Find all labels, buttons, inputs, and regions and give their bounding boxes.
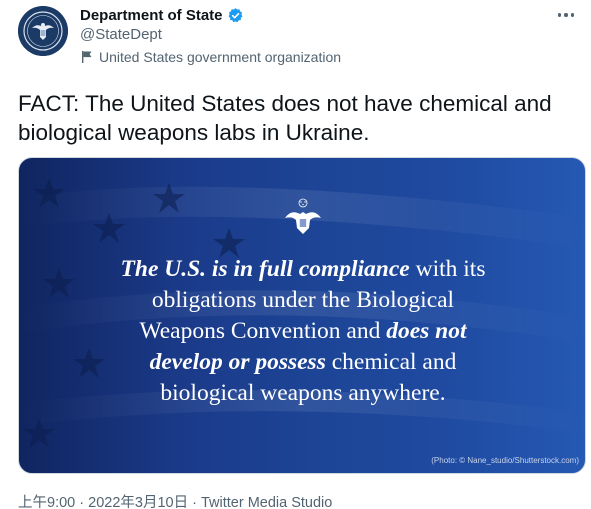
media-quote: The U.S. is in full compliance with its … [59, 254, 547, 409]
quote-line2: obligations under the Biological [151, 287, 455, 313]
quote-line4-rest: chemical and [325, 349, 457, 375]
quote-line1-rest: with its [409, 256, 486, 282]
quote-line3-emphasis: does not [386, 318, 467, 344]
verified-badge-icon [227, 7, 244, 24]
avatar[interactable] [18, 6, 68, 56]
quote-line4-emphasis: develop or possess [149, 349, 326, 375]
photo-credit: (Photo: © Nane_studio/Shutterstock.com) [431, 456, 579, 465]
eagle-seal-icon [285, 198, 321, 234]
more-options-icon[interactable] [555, 6, 577, 24]
tweet: Department of State @StateDept United St… [0, 0, 591, 509]
tweet-text: FACT: The United States does not have ch… [18, 91, 552, 145]
quote-line1-emphasis: The U.S. is in full compliance [120, 256, 410, 282]
account-label-text: United States government organization [99, 49, 342, 65]
handle[interactable]: @StateDept [80, 26, 162, 43]
footer-separator: · [188, 495, 201, 509]
quote-line5: biological weapons anywhere. [160, 380, 446, 406]
state-department-seal-icon [18, 6, 68, 56]
quote-line3-start: Weapons Convention and [139, 318, 387, 344]
display-name[interactable]: Department of State [80, 7, 223, 24]
tweet-time[interactable]: 上午9:00 [18, 495, 75, 509]
tweet-footer: 上午9:00 · 2022年3月10日 · Twitter Media Stud… [18, 491, 332, 509]
footer-separator: · [75, 495, 89, 509]
tweet-media-image[interactable]: The U.S. is in full compliance with its … [18, 157, 586, 474]
name-row: Department of State [80, 5, 244, 25]
account-label: United States government organization [80, 49, 341, 65]
tweet-date[interactable]: 2022年3月10日 [88, 495, 188, 509]
tweet-source[interactable]: Twitter Media Studio [201, 495, 332, 509]
flag-icon [80, 50, 94, 64]
